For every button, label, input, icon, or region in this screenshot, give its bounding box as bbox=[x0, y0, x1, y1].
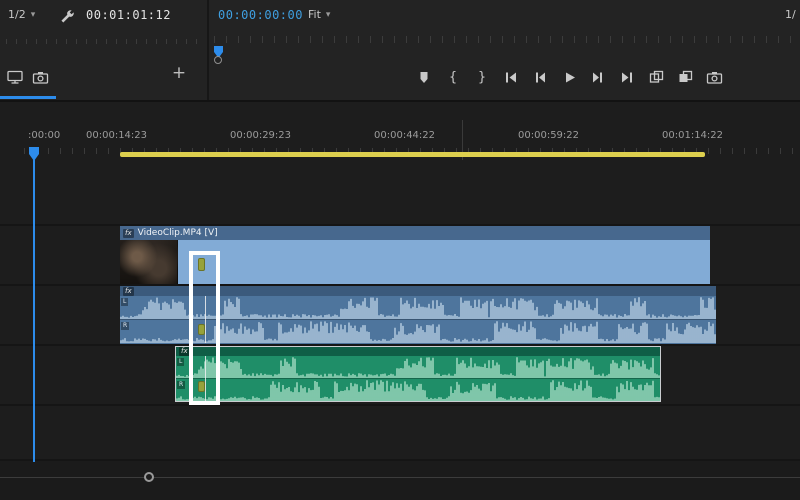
right-fraction-label: 1/ bbox=[785, 8, 796, 21]
work-area-bar[interactable] bbox=[120, 152, 705, 157]
mini-playhead-marker[interactable] bbox=[214, 43, 223, 55]
chevron-down-icon: ▾ bbox=[326, 10, 331, 20]
video-clip-title: VideoClip.MP4 [V] bbox=[138, 228, 218, 238]
chevron-down-icon: ▾ bbox=[31, 10, 36, 20]
left-tick-strip bbox=[6, 39, 202, 44]
go-to-in-icon[interactable] bbox=[501, 68, 521, 86]
video-clip-header: fx VideoClip.MP4 [V] bbox=[120, 226, 710, 240]
fx-badge: fx bbox=[123, 287, 134, 296]
extract-icon[interactable] bbox=[675, 68, 695, 86]
monitor-icon[interactable] bbox=[5, 68, 25, 86]
ruler-label: 00:00:14:23 bbox=[86, 130, 147, 141]
timeline-header-bar: 1/2 ▾ 00:01:01:12 00:00:00:00 Fit ▾ 1/ bbox=[0, 0, 800, 100]
green-waveform-right bbox=[176, 379, 660, 401]
playhead-line[interactable] bbox=[33, 150, 35, 462]
video-clip-thumbnail bbox=[120, 240, 178, 284]
horizontal-scrollbar-track[interactable] bbox=[0, 477, 800, 478]
green-waveform-left bbox=[176, 356, 660, 378]
play-button-icon[interactable] bbox=[559, 68, 579, 86]
step-back-icon[interactable] bbox=[530, 68, 550, 86]
zoom-fit-value: Fit bbox=[308, 8, 321, 21]
playhead-handle[interactable] bbox=[29, 146, 39, 160]
go-to-out-icon[interactable] bbox=[617, 68, 637, 86]
timeline-track-area: :00:00 00:00:14:23 00:00:29:23 00:00:44:… bbox=[0, 102, 800, 500]
ruler-label: 00:01:14:22 bbox=[662, 130, 723, 141]
track-fraction-dropdown[interactable]: 1/2 ▾ bbox=[8, 8, 35, 21]
premiere-timeline-panel: 1/2 ▾ 00:01:01:12 00:00:00:00 Fit ▾ 1/ bbox=[0, 0, 800, 500]
mini-timeline-tick-strip[interactable] bbox=[214, 36, 794, 43]
channel-left-label: L bbox=[121, 298, 128, 306]
green-clip-header: fx bbox=[176, 347, 660, 356]
horizontal-scrollbar-handle[interactable] bbox=[144, 472, 154, 482]
mark-out-brace-icon[interactable]: } bbox=[472, 68, 492, 86]
channel-right-label: R bbox=[177, 381, 185, 389]
ruler-label: 00:00:44:22 bbox=[374, 130, 435, 141]
transport-toolbar: { } bbox=[414, 64, 724, 90]
ruler-label: :00:00 bbox=[28, 130, 60, 141]
mark-in-brace-icon[interactable]: { bbox=[443, 68, 463, 86]
panel-focus-accent-line bbox=[0, 96, 56, 99]
channel-left-label: L bbox=[177, 358, 184, 366]
add-button[interactable]: + bbox=[170, 63, 188, 83]
step-forward-icon[interactable] bbox=[588, 68, 608, 86]
annotation-highlight-box bbox=[189, 251, 220, 405]
zoom-fit-dropdown[interactable]: Fit ▾ bbox=[308, 8, 330, 21]
green-audio-clip[interactable]: fx L R bbox=[175, 346, 661, 402]
export-frame-camera-icon[interactable] bbox=[704, 68, 724, 86]
ruler-label: 00:00:29:23 bbox=[230, 130, 291, 141]
track-divider bbox=[0, 404, 800, 406]
panel-vertical-divider bbox=[207, 0, 209, 100]
left-timecode[interactable]: 00:01:01:12 bbox=[86, 8, 171, 22]
wrench-settings-icon[interactable] bbox=[56, 6, 76, 24]
timeline-bottom-area bbox=[0, 461, 800, 500]
time-ruler[interactable]: :00:00 00:00:14:23 00:00:29:23 00:00:44:… bbox=[0, 110, 800, 158]
fx-badge: fx bbox=[123, 229, 134, 238]
program-timecode[interactable]: 00:00:00:00 bbox=[218, 8, 303, 22]
lift-icon[interactable] bbox=[646, 68, 666, 86]
camera-icon[interactable] bbox=[30, 68, 50, 86]
marker-icon[interactable] bbox=[414, 68, 434, 86]
ruler-label: 00:00:59:22 bbox=[518, 130, 579, 141]
zoom-handle-dot[interactable] bbox=[214, 56, 222, 64]
channel-right-label: R bbox=[121, 322, 129, 330]
track-fraction-value: 1/2 bbox=[8, 8, 26, 21]
